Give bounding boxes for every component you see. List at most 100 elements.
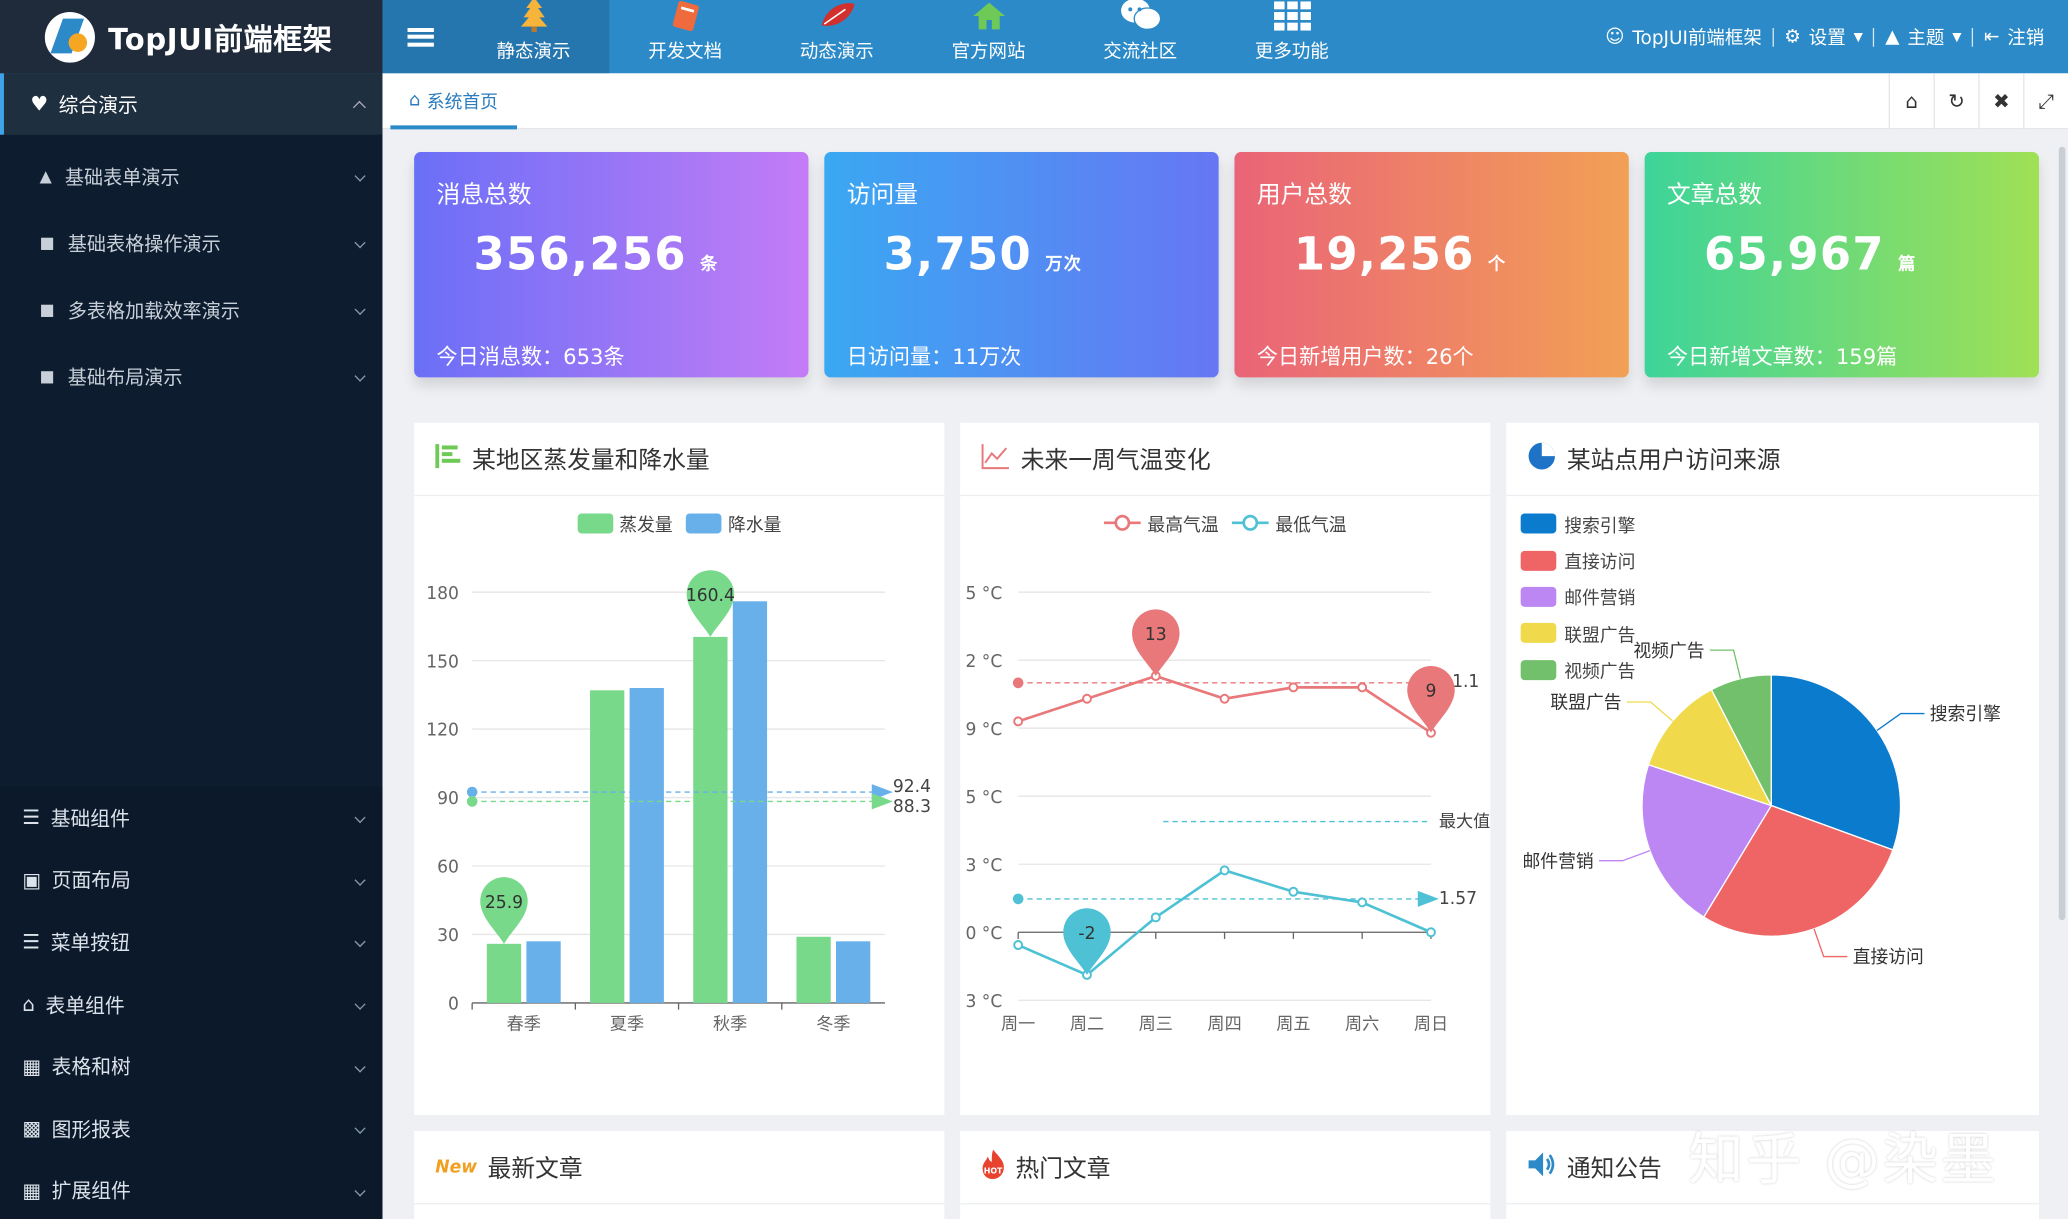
stat-card-messages[interactable]: 消息总数 356,256 条 今日消息数：653条 — [414, 152, 809, 378]
sidebar-group-charts[interactable]: ▩ 图形报表 — [0, 1098, 382, 1160]
svg-text:HOT: HOT — [984, 1166, 1003, 1175]
nav-tab-official-site[interactable]: 官方网站 — [913, 0, 1065, 73]
bar-evap — [486, 943, 522, 1003]
sidebar-group-form-components[interactable]: ⌂ 表单组件 — [0, 973, 382, 1035]
y-tick-label: 9 °C — [965, 720, 1002, 740]
tree-icon: ▲ — [1885, 26, 1900, 48]
line-chart-panel: 未来一周气温变化 最高气温 最低气温 5 °C 2 °C 9 °C 5 °C 3 °C 0… — [960, 422, 1491, 1115]
pie-label-line — [1626, 701, 1674, 722]
map-icon: ▦ — [22, 1178, 42, 1203]
tab-label: 系统首页 — [426, 91, 498, 113]
logo-icon — [44, 11, 95, 63]
stat-card-title: 文章总数 — [1667, 181, 1763, 210]
sidebar-group-page-layout[interactable]: ▣ 页面布局 — [0, 849, 382, 911]
sidebar-groups: ☰ 基础组件 ▣ 页面布局 ☰ 菜单按钮 ⌂ 表单组件 ▦ 表格和树 ▩ 图形报表 ▦ 扩展组… — [0, 786, 383, 1219]
tab-home[interactable]: ⌂ 系统首页 — [390, 73, 517, 130]
sidebar: ♥ 综合演示 ▲ 基础表单演示 ■ 基础表格操作演示 ■ 多表格加载效率演示 ■ 基础布… — [0, 73, 383, 1219]
y-tick-label: 30 — [437, 926, 459, 946]
stat-card-value: 356,256 — [473, 228, 687, 282]
pie-label-line — [1598, 849, 1651, 862]
sidebar-item-layout[interactable]: ■ 基础布局演示 — [0, 343, 382, 410]
series-point-high — [1357, 682, 1368, 693]
app-logo[interactable]: TopJUI前端框架 — [0, 0, 383, 74]
theme-label: 主题 — [1907, 27, 1945, 49]
panel-header: 某站点用户访问来源 — [1506, 423, 2039, 497]
app-root: TopJUI前端框架 静态演示 开发文档 动态演示 官方网站 交流社区 更多功能… — [0, 0, 2068, 1219]
stat-card-value-row: 19,256 个 — [1294, 228, 1507, 281]
panel-title: 最新文章 — [487, 1154, 583, 1183]
table-icon: ▦ — [22, 1054, 42, 1079]
chevron-down-icon — [354, 936, 366, 948]
bar-align-icon — [435, 442, 461, 475]
nav-tab-community[interactable]: 交流社区 — [1064, 0, 1216, 73]
panel-header: HOT 热门文章 — [960, 1131, 1491, 1205]
sidebar-section-header[interactable]: ♥ 综合演示 — [0, 73, 383, 135]
stat-card-users[interactable]: 用户总数 19,256 个 今日新增用户数：26个 — [1234, 152, 1629, 378]
x-tick-label: 秋季 — [713, 1015, 747, 1035]
stat-card-title: 消息总数 — [436, 181, 532, 210]
sidebar-item-table-ops[interactable]: ■ 基础表格操作演示 — [0, 209, 382, 276]
home-icon: ⌂ — [1905, 89, 1918, 114]
pie-label-line — [1709, 649, 1742, 679]
x-tick-label: 周三 — [1139, 1015, 1173, 1035]
sidebar-group-menu-buttons[interactable]: ☰ 菜单按钮 — [0, 911, 382, 973]
logout-button[interactable]: ⇤ 注销 — [1973, 23, 2054, 50]
y-tick-label: 2 °C — [965, 652, 1002, 672]
mark-pin-label: 25.9 — [485, 893, 523, 913]
chevron-down-icon — [354, 1123, 366, 1135]
bar-rain — [629, 688, 664, 1003]
theme-menu[interactable]: ▲ 主题 ▾ — [1875, 23, 1972, 50]
gear-icon: ⚙ — [1784, 26, 1801, 48]
scrollbar[interactable] — [2058, 146, 2066, 921]
nav-tab-more[interactable]: 更多功能 — [1216, 0, 1368, 73]
line-chart: 5 °C 2 °C 9 °C 5 °C 3 °C 0 °C 3 °C 周一 周二 周三 周四 周五 周六… — [965, 584, 1490, 1035]
stat-card-articles[interactable]: 文章总数 65,967 篇 今日新增文章数：159篇 — [1644, 152, 2039, 378]
menu-toggle-button[interactable] — [382, 0, 458, 74]
stat-card-title: 用户总数 — [1256, 181, 1352, 210]
list-icon: ☰ — [22, 930, 41, 955]
series-point-high — [1013, 716, 1024, 727]
nav-tab-dynamic-demo[interactable]: 动态演示 — [761, 0, 913, 73]
sidebar-group-basic-components[interactable]: ☰ 基础组件 — [0, 787, 382, 849]
divider — [1873, 27, 1875, 47]
x-tick-label: 春季 — [507, 1015, 541, 1035]
nav-tab-label: 更多功能 — [1254, 41, 1329, 63]
settings-menu[interactable]: ⚙ 设置 ▾ — [1774, 23, 1874, 50]
bar-evap — [796, 936, 831, 1003]
sidebar-group-label: 表格和树 — [51, 1055, 131, 1080]
nav-tab-label: 官方网站 — [951, 41, 1026, 63]
nav-tab-static-demo[interactable]: 静态演示 — [457, 0, 610, 74]
y-tick-label: 60 — [437, 858, 459, 878]
panel-header: 某地区蒸发量和降水量 — [414, 423, 945, 497]
series-point-high — [1288, 682, 1299, 693]
user-menu[interactable]: ☺ TopJUI前端框架 — [1595, 23, 1773, 50]
y-tick-label: 0 °C — [965, 924, 1002, 944]
home-button[interactable]: ⌂ — [1888, 73, 1934, 130]
stat-card-visits[interactable]: 访问量 3,750 万次 日访问量：11万次 — [824, 152, 1219, 378]
y-tick-label: 3 °C — [965, 992, 1002, 1012]
sidebar-group-label: 基础组件 — [50, 806, 130, 831]
x-tick-label: 周四 — [1207, 1015, 1241, 1035]
panel-header: 未来一周气温变化 — [960, 423, 1491, 497]
sidebar-group-extensions[interactable]: ▦ 扩展组件 — [0, 1160, 382, 1219]
nav-tab-dev-docs[interactable]: 开发文档 — [609, 0, 761, 73]
hot-articles-panel: HOT 热门文章 — [960, 1130, 1491, 1219]
pie-label-line — [1876, 712, 1925, 731]
sidebar-item-basic-form[interactable]: ▲ 基础表单演示 — [0, 143, 382, 210]
y-tick-label: 180 — [426, 584, 459, 604]
settings-label: 设置 — [1808, 27, 1846, 49]
refresh-button[interactable]: ↻ — [1933, 73, 1978, 130]
stat-card-subtitle: 今日新增用户数：26个 — [1256, 344, 1474, 370]
mark-line-label: 88.3 — [893, 797, 931, 817]
stat-card-value: 3,750 — [883, 228, 1033, 282]
pie-chart-panel: 某站点用户访问来源 搜索引擎 直接访问 邮件营销 联盟广告 视频广告 搜索引擎 直接访问 邮… — [1506, 422, 2039, 1115]
mark-line-label: 最大值 — [1439, 812, 1490, 832]
sidebar-group-table-tree[interactable]: ▦ 表格和树 — [0, 1035, 382, 1097]
series-point-low — [1219, 865, 1230, 876]
close-tab-button[interactable]: ✖ — [1978, 73, 2023, 130]
user-icon: ☺ — [1605, 26, 1625, 48]
bar-rain — [526, 941, 561, 1003]
fullscreen-button[interactable]: ⤢ — [2023, 73, 2068, 130]
sidebar-item-multi-table[interactable]: ■ 多表格加载效率演示 — [0, 276, 382, 343]
sidebar-group-label: 菜单按钮 — [50, 930, 130, 955]
